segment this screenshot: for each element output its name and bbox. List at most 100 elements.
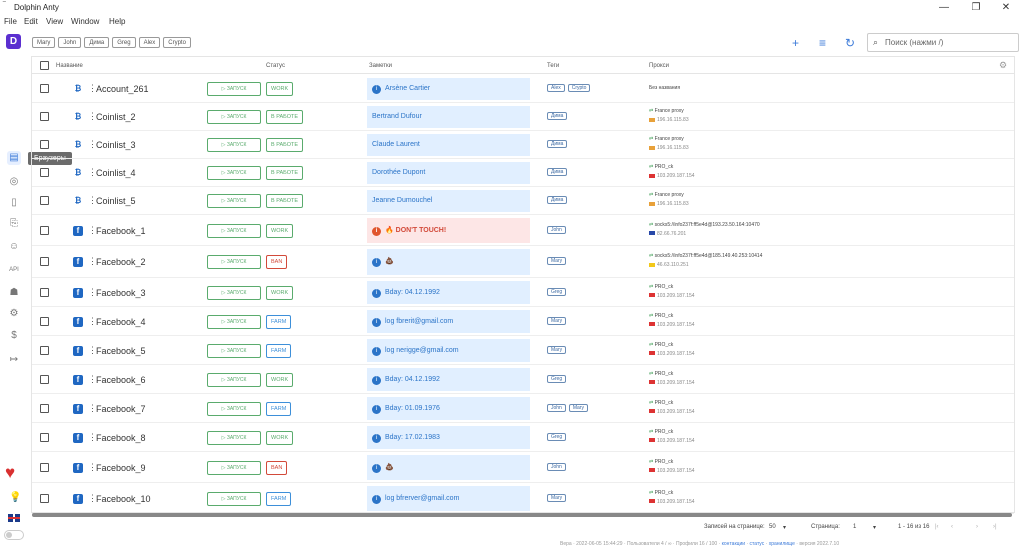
launch-button[interactable]: ▷ ЗАПУСК (207, 138, 261, 152)
filter-tag[interactable]: Crypto (163, 37, 191, 48)
status-badge[interactable]: В РАБОТЕ (266, 138, 304, 152)
row-tag[interactable]: Дима (547, 112, 568, 120)
next-page-icon[interactable]: › (976, 524, 978, 530)
page-dropdown-icon[interactable]: ▾ (873, 524, 876, 531)
note-cell[interactable]: Claude Laurent (367, 134, 530, 156)
proxy-cell[interactable]: ⇄ PRO_ck 103.209.187.154 (649, 370, 695, 388)
note-cell[interactable]: i 💩 (367, 249, 530, 275)
table-row[interactable]: f ⋮ Facebook_3 ▷ ЗАПУСК WORK i Bday: 04.12.199… (32, 278, 1014, 307)
proxy-cell[interactable]: ⇄ France proxy 196.16.115.83 (649, 107, 689, 125)
note-cell[interactable]: i log bfrerver@gmail.com (367, 486, 530, 511)
row-tag[interactable]: John (547, 403, 566, 412)
note-cell[interactable]: Jeanne Dumouchel (367, 190, 530, 212)
status-badge[interactable]: FARM (266, 491, 292, 506)
proxy-cell[interactable]: ⇄ PRO_ck 103.209.187.154 (649, 312, 695, 330)
bookmark-icon[interactable]: ▯ (7, 196, 21, 210)
profile-name[interactable]: Account_261 (96, 84, 149, 94)
last-page-icon[interactable]: ›| (993, 524, 997, 530)
status-badge[interactable]: FARM (266, 314, 292, 329)
profile-name[interactable]: Coinlist_2 (96, 112, 136, 122)
row-tag[interactable]: Greg (547, 432, 567, 441)
table-row[interactable]: ₿ ⋮ Coinlist_3 ▷ ЗАПУСК В РАБОТЕ Claude Laure… (32, 131, 1014, 159)
col-notes[interactable]: Заметки (369, 63, 392, 69)
launch-button[interactable]: ▷ ЗАПУСК (207, 372, 261, 387)
row-tag[interactable]: Greg (547, 287, 567, 296)
launch-button[interactable]: ▷ ЗАПУСК (207, 430, 261, 445)
filter-tag[interactable]: John (58, 37, 82, 48)
note-cell[interactable]: i Arsène Cartier (367, 78, 530, 100)
status-badge[interactable]: FARM (266, 343, 292, 358)
launch-button[interactable]: ▷ ЗАПУСК (207, 343, 261, 358)
profile-name[interactable]: Facebook_4 (96, 317, 146, 327)
proxy-cell[interactable]: ⇄ France proxy 196.16.115.83 (649, 135, 689, 153)
proxy-cell[interactable]: ⇄ socks5://info237f:ff5e4d@185.149.40.25… (649, 252, 762, 270)
filter-tag[interactable]: Alex (138, 37, 161, 48)
launch-button[interactable]: ▷ ЗАПУСК (207, 82, 261, 96)
row-checkbox[interactable] (40, 374, 49, 384)
proxy-cell[interactable]: ⇄ socks5://info237f:ff5e4d@193.23.50.164… (649, 221, 760, 239)
note-cell[interactable]: i Bday: 04.12.1992 (367, 368, 530, 391)
table-row[interactable]: f ⋮ Facebook_9 ▷ ЗАПУСК BAN i 💩 John ⇄ PRO_ck 103… (32, 452, 1014, 483)
bot-icon[interactable]: ☗ (7, 286, 21, 300)
minimize-button[interactable]: — (934, 1, 954, 14)
profile-name[interactable]: Facebook_1 (96, 226, 146, 236)
note-cell[interactable]: Bertrand Dufour (367, 106, 530, 128)
row-tag[interactable]: Дима (547, 168, 568, 176)
filter-tag[interactable]: Greg (112, 37, 136, 48)
launch-button[interactable]: ▷ ЗАПУСК (207, 401, 261, 416)
menu-help[interactable]: Help (109, 17, 125, 26)
status-badge[interactable]: WORK (266, 223, 294, 238)
profile-name[interactable]: Facebook_3 (96, 288, 146, 298)
profile-name[interactable]: Facebook_2 (96, 257, 146, 267)
row-checkbox[interactable] (40, 462, 49, 472)
uk-flag-icon[interactable] (8, 514, 20, 522)
users-icon[interactable]: ☺ (7, 240, 21, 254)
page-select[interactable]: 1 (853, 524, 856, 530)
browser-icon[interactable]: ▤ (7, 151, 21, 165)
proxy-cell[interactable]: ⇄ PRO_ck 103.209.187.154 (649, 428, 695, 446)
launch-button[interactable]: ▷ ЗАПУСК (207, 460, 261, 475)
add-profile-icon[interactable]: + (792, 36, 799, 50)
status-link-status[interactable]: статус (750, 541, 765, 547)
col-status[interactable]: Статус (266, 63, 285, 69)
row-checkbox[interactable] (40, 287, 49, 297)
status-badge[interactable]: BAN (266, 255, 288, 269)
per-page-dropdown-icon[interactable]: ▾ (783, 524, 786, 531)
logout-icon[interactable]: ↦ (7, 353, 21, 367)
theme-toggle[interactable] (4, 530, 24, 540)
col-proxy[interactable]: Прокси (649, 63, 669, 69)
row-tag[interactable]: John (547, 225, 566, 234)
launch-button[interactable]: ▷ ЗАПУСК (207, 110, 261, 124)
row-tag[interactable]: Greg (547, 374, 567, 383)
table-row[interactable]: ₿ ⋮ Coinlist_5 ▷ ЗАПУСК В РАБОТЕ Jeanne Dumou… (32, 187, 1014, 215)
row-checkbox[interactable] (40, 316, 49, 326)
row-checkbox[interactable] (40, 257, 49, 266)
heart-icon[interactable]: ♥ (5, 463, 15, 483)
row-checkbox[interactable] (40, 168, 49, 177)
row-checkbox[interactable] (40, 225, 49, 235)
proxy-cell[interactable]: Без названия (649, 84, 680, 93)
status-badge[interactable]: WORK (266, 430, 294, 445)
close-button[interactable]: ✕ (996, 1, 1016, 14)
profile-name[interactable]: Coinlist_3 (96, 140, 136, 150)
status-badge[interactable]: WORK (266, 82, 294, 96)
table-row[interactable]: f ⋮ Facebook_7 ▷ ЗАПУСК FARM i Bday: 01.09.197… (32, 394, 1014, 423)
proxy-cell[interactable]: ⇄ PRO_ck 103.209.187.154 (649, 458, 695, 476)
select-all-checkbox[interactable] (40, 61, 49, 70)
proxy-cell[interactable]: ⇄ France proxy 196.16.115.83 (649, 191, 689, 209)
launch-button[interactable]: ▷ ЗАПУСК (207, 314, 261, 329)
row-tag[interactable]: Mary (568, 403, 588, 412)
launch-button[interactable]: ▷ ЗАПУСК (207, 285, 261, 300)
col-tags[interactable]: Теги (547, 63, 559, 69)
copy-icon[interactable]: ⎘ (7, 217, 21, 231)
row-tag[interactable]: Mary (547, 316, 567, 325)
profile-name[interactable]: Coinlist_5 (96, 196, 136, 206)
table-row[interactable]: f ⋮ Facebook_8 ▷ ЗАПУСК WORK i Bday: 17.02.198… (32, 423, 1014, 452)
status-link-contacts[interactable]: контакции (722, 541, 745, 547)
bulb-icon[interactable]: 💡 (9, 492, 21, 503)
launch-button[interactable]: ▷ ЗАПУСК (207, 194, 261, 208)
profile-name[interactable]: Facebook_10 (96, 494, 151, 504)
dollar-icon[interactable]: $ (7, 329, 21, 343)
column-settings-icon[interactable]: ⚙ (999, 60, 1007, 71)
note-cell[interactable]: i 💩 (367, 455, 530, 480)
